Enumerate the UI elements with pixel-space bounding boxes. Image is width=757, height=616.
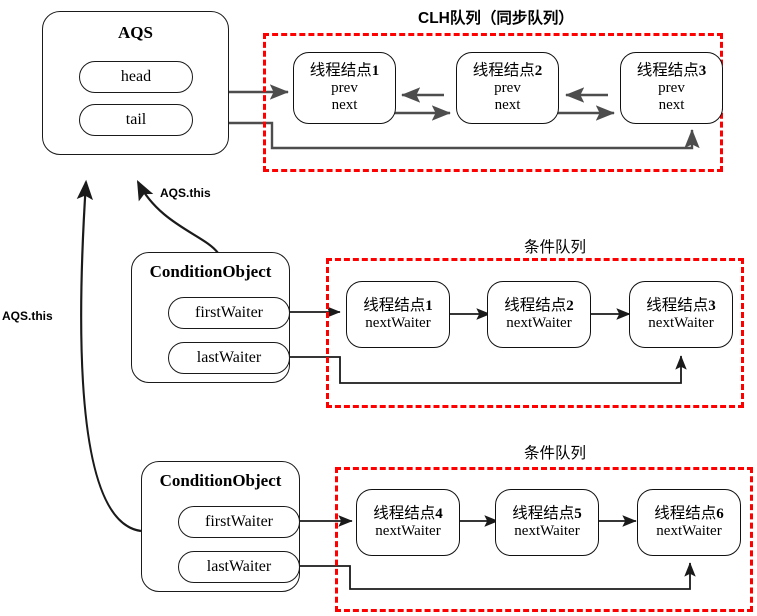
condition-object-1-field-firstwaiter[interactable]: firstWaiter bbox=[168, 297, 290, 329]
diagram-canvas: CLH队列（同步队列） 条件队列 条件队列 AQS head tail 线程结点… bbox=[0, 0, 757, 616]
condition-object-2-firstwaiter-label: firstWaiter bbox=[204, 513, 273, 530]
condition-1-node-2[interactable]: 线程结点2 nextWaiter bbox=[487, 281, 591, 348]
condition-2-node-5-field-nextwaiter: nextWaiter bbox=[514, 523, 580, 539]
condition-1-node-1-title: 线程结点1 bbox=[363, 296, 433, 314]
condition-1-node-1[interactable]: 线程结点1 nextWaiter bbox=[346, 281, 450, 348]
condition-object-1-firstwaiter-label: firstWaiter bbox=[194, 304, 263, 321]
aqs-box: AQS head tail bbox=[42, 11, 229, 155]
condition-2-node-6-title: 线程结点6 bbox=[654, 504, 724, 522]
clh-node-2-field-next: next bbox=[494, 97, 521, 114]
condition-object-1-lastwaiter-label: lastWaiter bbox=[196, 349, 262, 366]
clh-node-2-field-prev: prev bbox=[494, 79, 521, 96]
clh-node-1-field-next: next bbox=[331, 97, 358, 114]
condition-object-2-field-firstwaiter[interactable]: firstWaiter bbox=[178, 506, 300, 538]
clh-node-3-field-next: next bbox=[658, 97, 685, 114]
clh-node-2-title: 线程结点2 bbox=[472, 61, 543, 79]
condition-object-2-lastwaiter-label: lastWaiter bbox=[206, 558, 272, 575]
condition-object-1-title: ConditionObject bbox=[149, 262, 272, 281]
clh-queue-title: CLH队列（同步队列） bbox=[418, 10, 574, 27]
condition-2-node-6[interactable]: 线程结点6 nextWaiter bbox=[637, 489, 741, 556]
clh-node-3-title: 线程结点3 bbox=[636, 61, 707, 79]
condition-1-node-2-field-nextwaiter: nextWaiter bbox=[506, 315, 572, 331]
condition-object-1-field-lastwaiter[interactable]: lastWaiter bbox=[168, 342, 290, 374]
condition-object-2-box: ConditionObject firstWaiter lastWaiter bbox=[141, 461, 300, 592]
condition-2-node-4-title: 线程结点4 bbox=[373, 504, 443, 522]
condition-queue-1-title: 条件队列 bbox=[524, 239, 587, 256]
condition-1-node-3-field-nextwaiter: nextWaiter bbox=[648, 315, 714, 331]
clh-node-2[interactable]: 线程结点2 prev next bbox=[456, 52, 559, 124]
clh-node-3[interactable]: 线程结点3 prev next bbox=[620, 52, 723, 124]
condition-2-node-4-field-nextwaiter: nextWaiter bbox=[375, 523, 441, 539]
condition-2-node-6-field-nextwaiter: nextWaiter bbox=[656, 523, 722, 539]
clh-node-1-field-prev: prev bbox=[331, 79, 358, 96]
condition-object-2-title: ConditionObject bbox=[159, 471, 282, 490]
condition-1-node-3-title: 线程结点3 bbox=[646, 296, 716, 314]
aqs-field-head[interactable]: head bbox=[79, 61, 193, 93]
aqs-field-tail-label: tail bbox=[125, 111, 147, 128]
condition-1-node-2-title: 线程结点2 bbox=[504, 296, 574, 314]
edge-label-aqs-this-lower: AQS.this bbox=[2, 309, 53, 323]
edge-label-aqs-this-upper: AQS.this bbox=[160, 186, 211, 200]
condition-1-node-3[interactable]: 线程结点3 nextWaiter bbox=[629, 281, 733, 348]
condition-2-node-4[interactable]: 线程结点4 nextWaiter bbox=[356, 489, 460, 556]
condition-2-node-5-title: 线程结点5 bbox=[512, 504, 582, 522]
aqs-title: AQS bbox=[118, 23, 153, 42]
aqs-field-tail[interactable]: tail bbox=[79, 104, 193, 136]
condition-object-1-box: ConditionObject firstWaiter lastWaiter bbox=[131, 252, 290, 383]
clh-node-3-field-prev: prev bbox=[658, 79, 685, 96]
condition-2-node-5[interactable]: 线程结点5 nextWaiter bbox=[495, 489, 599, 556]
clh-node-1-title: 线程结点1 bbox=[309, 61, 380, 79]
condition-queue-2-title: 条件队列 bbox=[524, 445, 587, 462]
aqs-field-head-label: head bbox=[120, 68, 152, 85]
clh-node-1[interactable]: 线程结点1 prev next bbox=[293, 52, 396, 124]
condition-1-node-1-field-nextwaiter: nextWaiter bbox=[365, 315, 431, 331]
condition-object-2-field-lastwaiter[interactable]: lastWaiter bbox=[178, 551, 300, 583]
